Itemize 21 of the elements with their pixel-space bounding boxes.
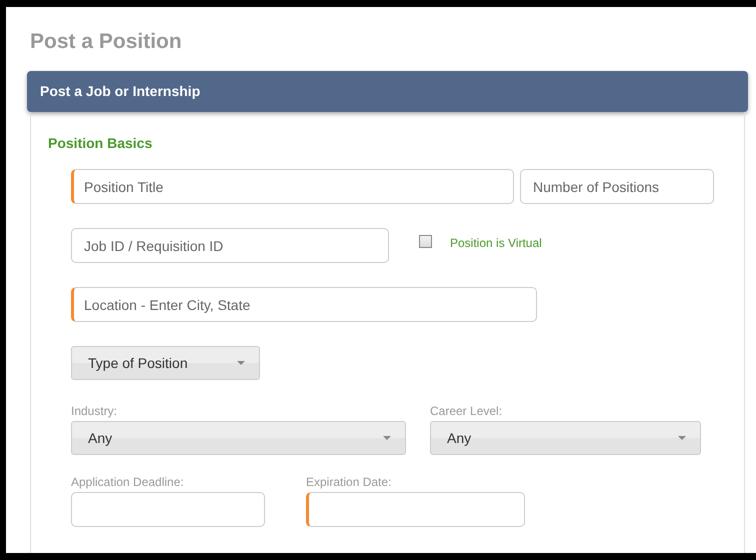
caret-icon (237, 361, 245, 365)
input-field[interactable]: Location - Enter City, State (71, 287, 537, 322)
page-title: Post a Position (29, 29, 183, 55)
input-field[interactable]: Job ID / Requisition ID (71, 228, 389, 263)
dropdown[interactable]: Any (71, 421, 406, 455)
section-title: Position Basics (48, 134, 154, 152)
panel-header: Post a Job or Internship (27, 71, 748, 112)
input-field[interactable]: Position Title (71, 169, 514, 204)
field-label: Career Level: (430, 404, 504, 418)
caret-icon (383, 436, 391, 440)
input-field[interactable] (306, 492, 525, 527)
input-field[interactable]: Number of Positions (520, 169, 714, 204)
checkbox[interactable] (419, 235, 432, 248)
field-label: Industry: (71, 404, 118, 418)
dropdown[interactable]: Any (430, 421, 701, 455)
field-label: Application Deadline: (71, 475, 185, 489)
dropdown[interactable]: Type of Position (71, 346, 260, 380)
field-label: Expiration Date: (306, 475, 392, 489)
input-field[interactable] (71, 492, 265, 527)
checkbox-label: Position is Virtual (450, 235, 542, 251)
caret-icon (678, 436, 686, 440)
